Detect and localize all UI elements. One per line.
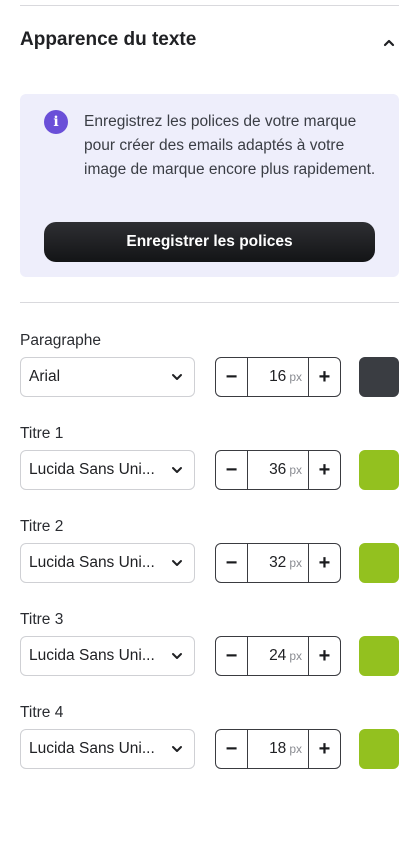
font-select-titre-3[interactable]: Lucida Sans Uni...	[20, 636, 195, 676]
size-unit: px	[289, 463, 302, 477]
size-stepper-titre-2: − 32 px +	[215, 543, 341, 583]
size-input[interactable]: 16 px	[248, 358, 308, 396]
increase-button[interactable]: +	[308, 358, 340, 396]
chevron-down-icon	[172, 653, 182, 659]
font-select-value: Lucida Sans Uni...	[29, 461, 155, 478]
size-unit: px	[289, 370, 302, 384]
size-unit: px	[289, 649, 302, 663]
color-swatch-titre-1[interactable]	[359, 450, 399, 490]
decrease-button[interactable]: −	[216, 730, 248, 768]
chevron-up-icon	[383, 39, 395, 47]
size-stepper-titre-4: − 18 px +	[215, 729, 341, 769]
font-select-value: Lucida Sans Uni...	[29, 554, 155, 571]
size-stepper-paragraphe: − 16 px +	[215, 357, 341, 397]
decrease-button[interactable]: −	[216, 358, 248, 396]
size-unit: px	[289, 556, 302, 570]
increase-button[interactable]: +	[308, 451, 340, 489]
font-select-value: Arial	[29, 368, 61, 385]
decrease-button[interactable]: −	[216, 544, 248, 582]
font-select-paragraphe[interactable]: Arial	[20, 357, 195, 397]
color-swatch-titre-2[interactable]	[359, 543, 399, 583]
top-divider	[20, 5, 399, 6]
size-unit: px	[289, 742, 302, 756]
row-label-titre-3: Titre 3	[20, 611, 64, 628]
size-stepper-titre-3: − 24 px +	[215, 636, 341, 676]
chevron-down-icon	[172, 746, 182, 752]
collapse-button[interactable]	[378, 32, 400, 54]
color-swatch-titre-4[interactable]	[359, 729, 399, 769]
row-label-titre-4: Titre 4	[20, 704, 64, 721]
row-label-paragraphe: Paragraphe	[20, 332, 102, 349]
chevron-down-icon	[172, 374, 182, 380]
increase-button[interactable]: +	[308, 730, 340, 768]
decrease-button[interactable]: −	[216, 451, 248, 489]
font-select-value: Lucida Sans Uni...	[29, 740, 155, 757]
font-select-titre-2[interactable]: Lucida Sans Uni...	[20, 543, 195, 583]
color-swatch-titre-3[interactable]	[359, 636, 399, 676]
row-label-titre-1: Titre 1	[20, 425, 64, 442]
font-select-titre-4[interactable]: Lucida Sans Uni...	[20, 729, 195, 769]
size-value: 36	[269, 461, 287, 478]
size-value: 16	[269, 368, 287, 385]
size-value: 18	[269, 740, 287, 757]
increase-button[interactable]: +	[308, 544, 340, 582]
section-divider	[20, 302, 399, 303]
info-icon: i	[44, 110, 68, 134]
size-value: 24	[269, 647, 287, 664]
section-title: Apparence du texte	[20, 29, 197, 50]
size-input[interactable]: 24 px	[248, 637, 308, 675]
font-select-value: Lucida Sans Uni...	[29, 647, 155, 664]
color-swatch-paragraphe[interactable]	[359, 357, 399, 397]
increase-button[interactable]: +	[308, 637, 340, 675]
size-input[interactable]: 36 px	[248, 451, 308, 489]
size-input[interactable]: 18 px	[248, 730, 308, 768]
save-fonts-button[interactable]: Enregistrer les polices	[44, 222, 375, 262]
row-label-titre-2: Titre 2	[20, 518, 64, 535]
size-value: 32	[269, 554, 287, 571]
font-select-titre-1[interactable]: Lucida Sans Uni...	[20, 450, 195, 490]
size-input[interactable]: 32 px	[248, 544, 308, 582]
info-text: Enregistrez les polices de votre marque …	[84, 113, 376, 178]
chevron-down-icon	[172, 467, 182, 473]
info-banner: i Enregistrez les polices de votre marqu…	[20, 94, 399, 277]
chevron-down-icon	[172, 560, 182, 566]
size-stepper-titre-1: − 36 px +	[215, 450, 341, 490]
decrease-button[interactable]: −	[216, 637, 248, 675]
